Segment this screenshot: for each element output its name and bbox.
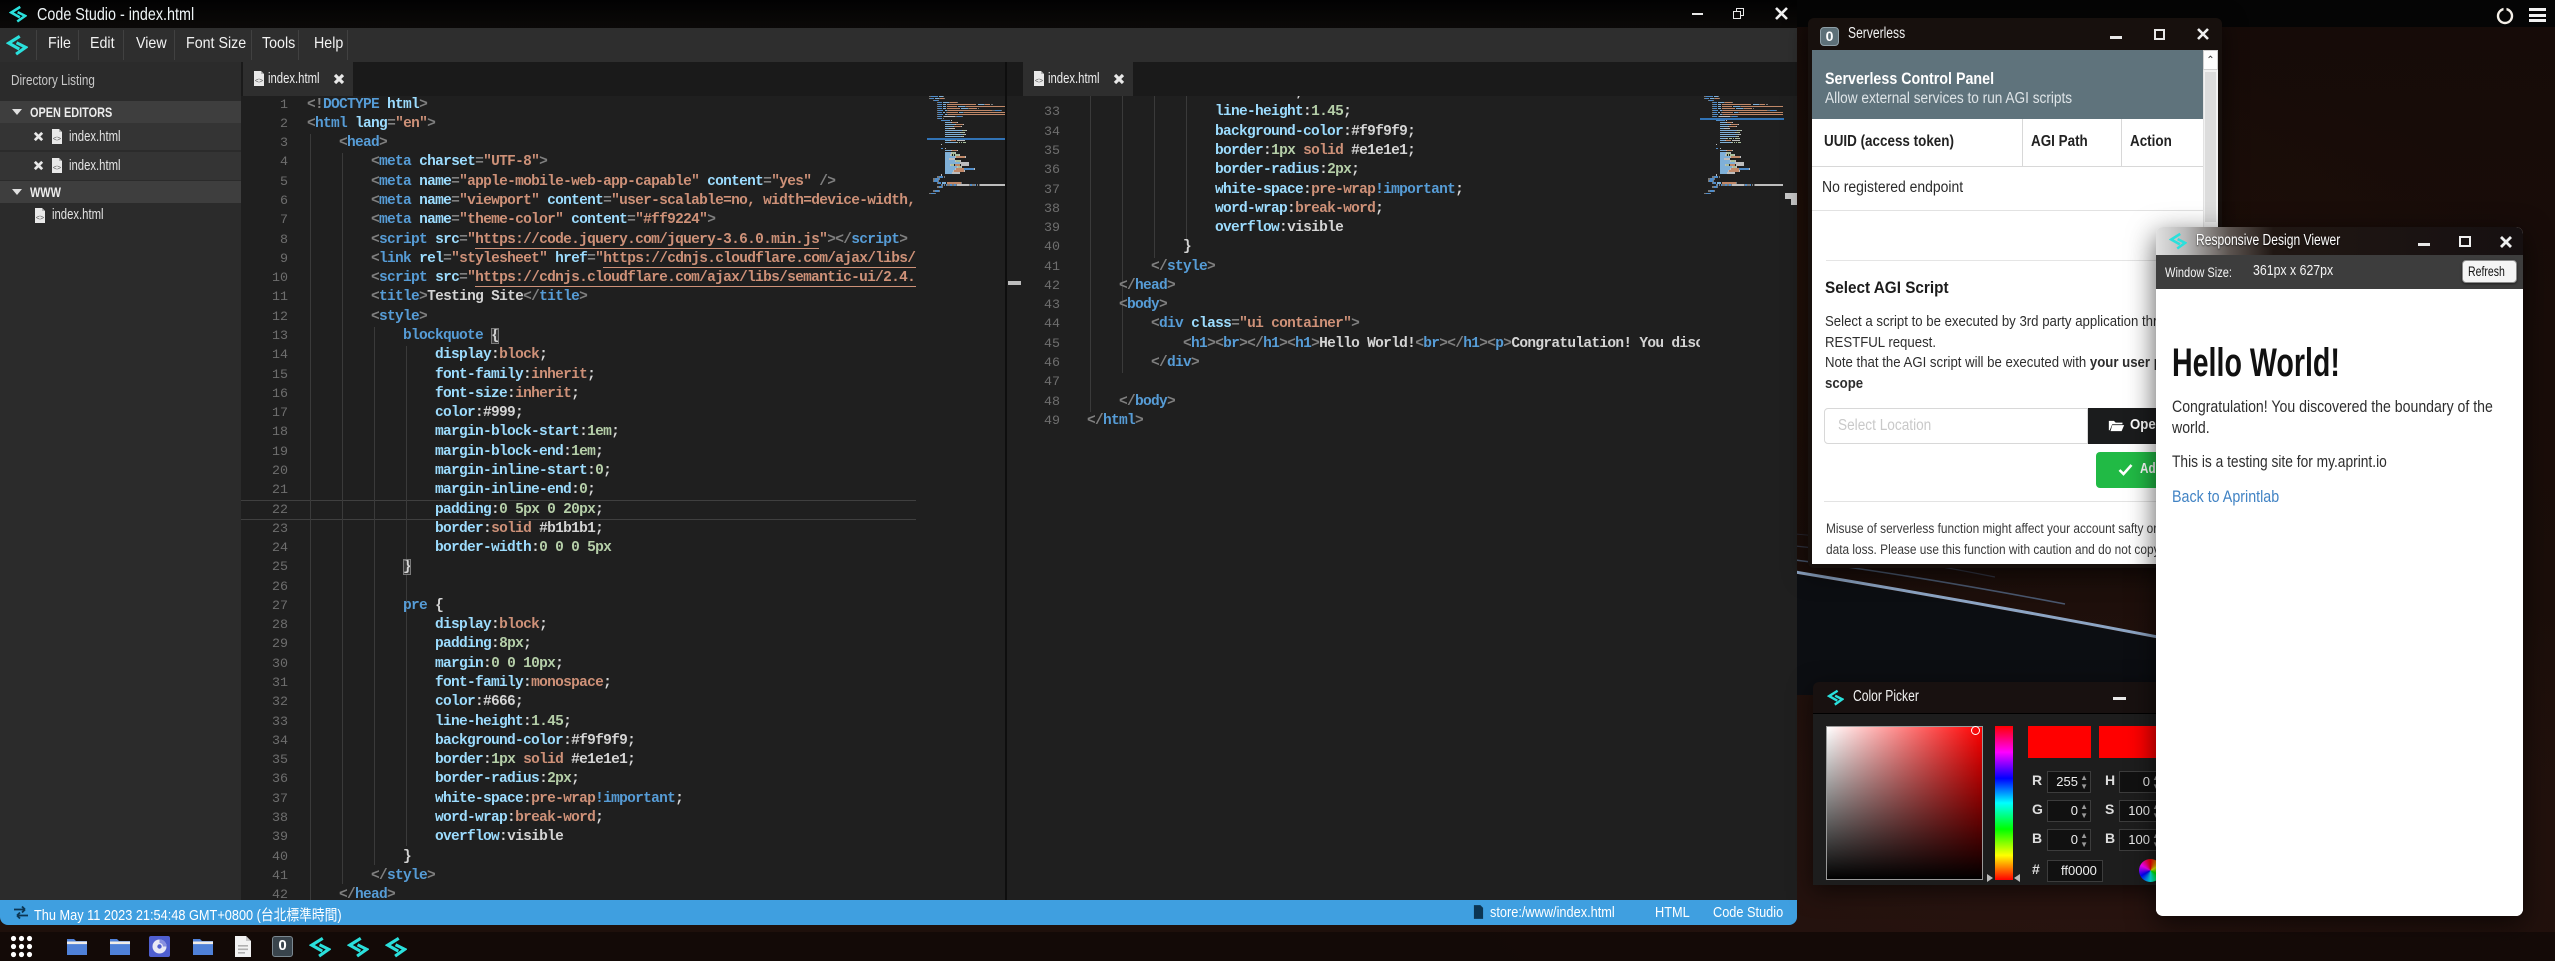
svg-text:<>: <>: [36, 215, 44, 222]
svg-text:<>: <>: [1035, 78, 1043, 85]
svg-text:<>: <>: [53, 136, 61, 143]
svg-text:<>: <>: [255, 78, 263, 85]
svg-text:<>: <>: [53, 165, 61, 172]
